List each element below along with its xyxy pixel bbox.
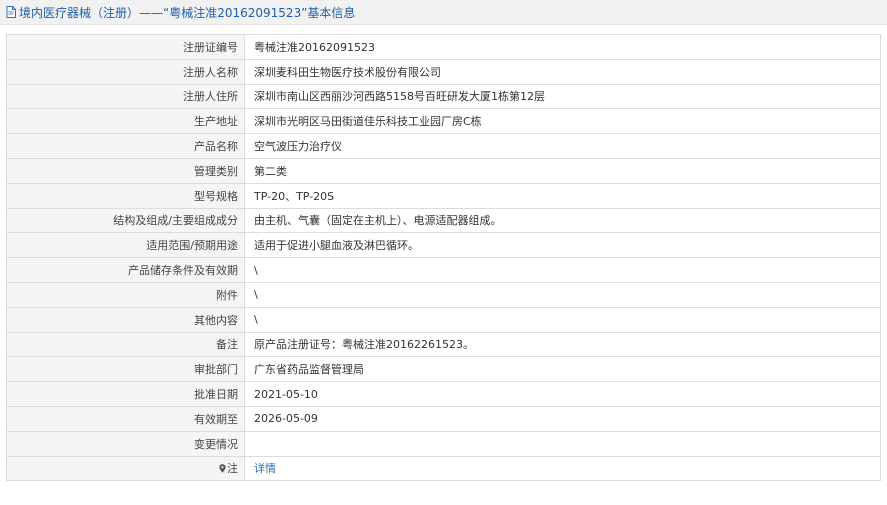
row-value-storage: \ [244,257,881,283]
row-label-product-name: 产品名称 [6,133,245,159]
table-row: 管理类别 第二类 [6,157,881,184]
row-label-registrant-name: 注册人名称 [6,58,245,85]
row-value-management-class: 第二类 [244,157,881,184]
page-title: 境内医疗器械（注册）——“粤械注准20162091523”基本信息 [19,5,356,20]
row-label-approval-dept: 审批部门 [6,356,245,383]
table-row: 附件 \ [6,281,881,308]
row-label-management-class: 管理类别 [6,157,245,184]
table-row: 产品名称 空气波压力治疗仪 [6,133,881,159]
row-value-registrant-address: 深圳市南山区西丽沙河西路5158号百旺研发大厦1栋第12层 [244,83,881,110]
table-row: 型号规格 TP-20、TP-20S [6,182,881,209]
row-value-registration-number: 粤械注准20162091523 [244,34,881,60]
row-label-note: 注 [6,455,245,482]
note-label-text: 注 [227,462,238,476]
table-row: 适用范围/预期用途 适用于促进小腿血液及淋巴循环。 [6,232,881,259]
row-value-attachments: \ [244,281,881,308]
table-row: 有效期至 2026-05-09 [6,405,881,432]
row-value-approval-date: 2021-05-10 [244,381,881,407]
table-row: 注册人住所 深圳市南山区西丽沙河西路5158号百旺研发大厦1栋第12层 [6,83,881,110]
row-label-other: 其他内容 [6,306,245,333]
row-label-changes: 变更情况 [6,430,245,457]
row-label-storage: 产品储存条件及有效期 [6,257,245,283]
row-label-registrant-address: 注册人住所 [6,83,245,110]
document-icon [6,6,16,18]
table-row: 备注 原产品注册证号：粤械注准20162261523。 [6,331,881,358]
row-value-model-spec: TP-20、TP-20S [244,182,881,209]
row-value-valid-until: 2026-05-09 [244,405,881,432]
row-label-model-spec: 型号规格 [6,182,245,209]
table-row: 结构及组成/主要组成成分 由主机、气囊（固定在主机上）、电源适配器组成。 [6,207,881,234]
row-value-changes [244,430,881,457]
table-row: 注册证编号 粤械注准20162091523 [6,34,881,60]
details-link[interactable]: 详情 [254,462,276,475]
row-value-intended-use: 适用于促进小腿血液及淋巴循环。 [244,232,881,259]
device-info-table: 注册证编号 粤械注准20162091523 注册人名称 深圳麦科田生物医疗技术股… [6,34,881,482]
row-value-remarks: 原产品注册证号：粤械注准20162261523。 [244,331,881,358]
table-row: 批准日期 2021-05-10 [6,381,881,407]
row-value-note: 详情 [244,455,881,482]
row-label-registration-number: 注册证编号 [6,34,245,60]
row-value-registrant-name: 深圳麦科田生物医疗技术股份有限公司 [244,58,881,85]
row-label-attachments: 附件 [6,281,245,308]
row-value-structure: 由主机、气囊（固定在主机上）、电源适配器组成。 [244,207,881,234]
table-row: 变更情况 [6,430,881,457]
row-label-production-address: 生产地址 [6,108,245,135]
page-header: 境内医疗器械（注册）——“粤械注准20162091523”基本信息 [0,0,887,25]
table-row: 生产地址 深圳市光明区马田街道佳乐科技工业园厂房C栋 [6,108,881,135]
row-label-remarks: 备注 [6,331,245,358]
table-row: 审批部门 广东省药品监督管理局 [6,356,881,383]
table-row: 产品储存条件及有效期 \ [6,257,881,283]
row-label-structure: 结构及组成/主要组成成分 [6,207,245,234]
table-row: 注 详情 [6,455,881,482]
row-label-approval-date: 批准日期 [6,381,245,407]
table-row: 注册人名称 深圳麦科田生物医疗技术股份有限公司 [6,58,881,85]
map-pin-icon [219,464,226,474]
row-value-product-name: 空气波压力治疗仪 [244,133,881,159]
row-value-approval-dept: 广东省药品监督管理局 [244,356,881,383]
row-value-other: \ [244,306,881,333]
row-label-valid-until: 有效期至 [6,405,245,432]
row-label-intended-use: 适用范围/预期用途 [6,232,245,259]
table-row: 其他内容 \ [6,306,881,333]
row-value-production-address: 深圳市光明区马田街道佳乐科技工业园厂房C栋 [244,108,881,135]
